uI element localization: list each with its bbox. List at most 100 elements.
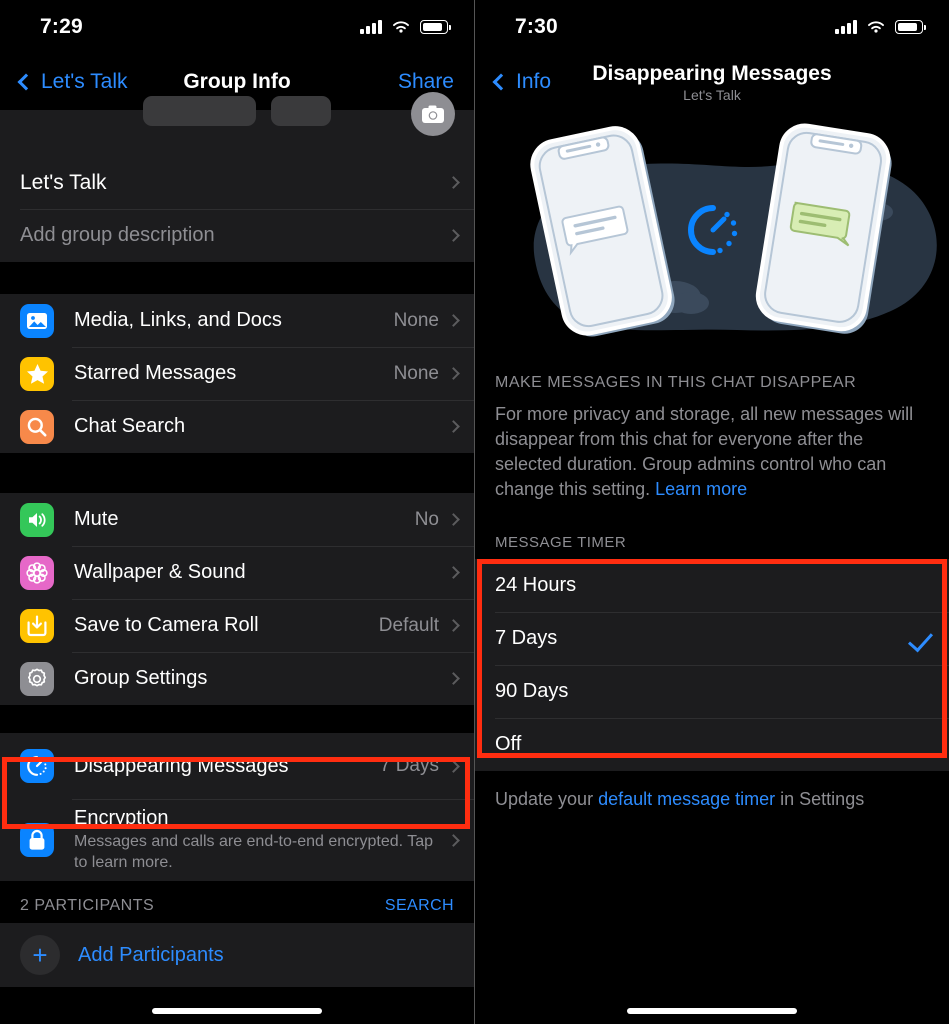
disappearing-messages-illustration <box>475 110 949 358</box>
group-name-row[interactable]: Let's Talk <box>0 156 474 209</box>
chevron-right-icon <box>447 672 460 685</box>
battery-icon <box>420 20 451 34</box>
row-value: 7 Days <box>379 755 439 776</box>
row-chat-search[interactable]: Chat Search <box>0 400 474 453</box>
encryption-text-col: Encryption Messages and calls are end-to… <box>74 799 449 881</box>
group-description-row[interactable]: Add group description <box>0 209 474 262</box>
search-icon <box>20 409 54 444</box>
footer-suffix: in Settings <box>775 789 865 809</box>
message-timer-options: 24 Hours 7 Days 90 Days Off <box>475 559 949 771</box>
gear-icon <box>20 661 54 696</box>
share-button[interactable]: Share <box>398 70 454 94</box>
chevron-right-icon <box>447 314 460 327</box>
group-name-label: Let's Talk <box>20 170 107 194</box>
status-time: 7:29 <box>40 15 83 38</box>
download-icon <box>20 608 54 643</box>
row-starred-messages[interactable]: Starred Messages None <box>0 347 474 400</box>
option-label: 90 Days <box>495 680 569 702</box>
row-encryption[interactable]: Encryption Messages and calls are end-to… <box>0 799 474 881</box>
section-gap <box>0 262 474 294</box>
row-mute[interactable]: Mute No <box>0 493 474 546</box>
row-group-settings[interactable]: Group Settings <box>0 652 474 705</box>
group-header-strip <box>0 92 474 156</box>
flower-icon <box>20 555 54 590</box>
back-button[interactable]: Info <box>492 70 552 94</box>
group-description-label: Add group description <box>20 224 215 246</box>
chevron-left-icon <box>17 73 35 91</box>
row-label: Mute <box>74 508 119 530</box>
add-participants-label: Add Participants <box>78 943 224 966</box>
chevron-right-icon <box>447 566 460 579</box>
encryption-subtext: Messages and calls are end-to-end encryp… <box>74 833 434 871</box>
row-label: Wallpaper & Sound <box>74 561 246 583</box>
row-label: Starred Messages <box>74 362 237 384</box>
page-title: Disappearing Messages <box>592 61 832 85</box>
wifi-icon <box>868 20 884 33</box>
wifi-icon <box>393 20 409 33</box>
option-label: Off <box>495 733 522 755</box>
chevron-left-icon <box>492 73 510 91</box>
row-media-links-docs[interactable]: Media, Links, and Docs None <box>0 294 474 347</box>
option-7-days[interactable]: 7 Days <box>475 612 949 665</box>
row-label: Group Settings <box>74 667 208 689</box>
option-24-hours[interactable]: 24 Hours <box>475 559 949 612</box>
privacy-section: Disappearing Messages 7 Days Encryption … <box>0 733 474 881</box>
chevron-right-icon <box>447 513 460 526</box>
group-name-field-cropped[interactable] <box>143 96 256 126</box>
media-section: Media, Links, and Docs None Starred Mess… <box>0 294 474 453</box>
battery-icon <box>895 20 926 34</box>
row-label: Save to Camera Roll <box>74 614 259 636</box>
status-bar-left: 7:29 <box>0 0 474 54</box>
group-identity-section: Let's Talk Add group description <box>0 156 474 262</box>
group-emoji-field-cropped[interactable] <box>271 96 331 126</box>
default-message-timer-link[interactable]: default message timer <box>598 789 775 809</box>
home-indicator-right <box>627 1008 797 1014</box>
camera-button[interactable] <box>411 92 455 136</box>
row-label: Media, Links, and Docs <box>74 309 282 331</box>
chevron-right-icon <box>447 833 460 847</box>
disappearing-messages-screen: 7:30 Info Disappearing Messages Let's Ta… <box>474 0 949 1024</box>
row-save-camera-roll[interactable]: Save to Camera Roll Default <box>0 599 474 652</box>
star-icon <box>20 356 54 391</box>
cellular-signal-icon <box>835 20 857 34</box>
participants-header: 2 PARTICIPANTS SEARCH <box>0 881 474 923</box>
status-time: 7:30 <box>515 15 558 38</box>
participants-search-button[interactable]: SEARCH <box>385 897 454 915</box>
option-off[interactable]: Off <box>475 718 949 771</box>
row-disappearing-messages[interactable]: Disappearing Messages 7 Days <box>0 733 474 799</box>
participants-count-label: 2 PARTICIPANTS <box>20 897 155 914</box>
timer-footer-note: Update your default message timer in Set… <box>475 771 949 828</box>
nav-bar-right: Info Disappearing Messages Let's Talk <box>475 54 949 110</box>
footer-prefix: Update your <box>495 789 599 809</box>
section-gap <box>0 705 474 733</box>
illustration-svg <box>530 123 937 337</box>
page-title: Group Info <box>183 70 291 93</box>
back-button-label: Let's Talk <box>41 70 128 93</box>
section-gap <box>0 453 474 493</box>
row-label: Encryption <box>74 807 169 829</box>
plus-icon: + <box>20 935 60 975</box>
back-button-label: Info <box>516 70 552 93</box>
section-caption: MAKE MESSAGES IN THIS CHAT DISAPPEAR <box>495 374 857 391</box>
chevron-right-icon <box>447 176 460 189</box>
cellular-signal-icon <box>360 20 382 34</box>
chevron-right-icon <box>447 759 460 773</box>
option-90-days[interactable]: 90 Days <box>475 665 949 718</box>
page-subtitle: Let's Talk <box>683 86 741 103</box>
chevron-right-icon <box>447 420 460 433</box>
row-label: Disappearing Messages <box>74 754 289 777</box>
status-bar-right: 7:30 <box>475 0 949 54</box>
timer-icon <box>20 749 54 783</box>
back-button[interactable]: Let's Talk <box>17 70 128 94</box>
add-participants-row[interactable]: + Add Participants <box>0 923 474 987</box>
row-value: None <box>393 309 439 331</box>
chevron-right-icon <box>447 619 460 632</box>
option-label: 24 Hours <box>495 574 577 596</box>
camera-icon <box>422 105 444 123</box>
row-wallpaper-sound[interactable]: Wallpaper & Sound <box>0 546 474 599</box>
option-label: 7 Days <box>495 627 558 649</box>
learn-more-link[interactable]: Learn more <box>655 479 747 499</box>
chevron-right-icon <box>447 229 460 242</box>
status-icons <box>835 20 926 35</box>
speaker-icon <box>20 502 54 537</box>
